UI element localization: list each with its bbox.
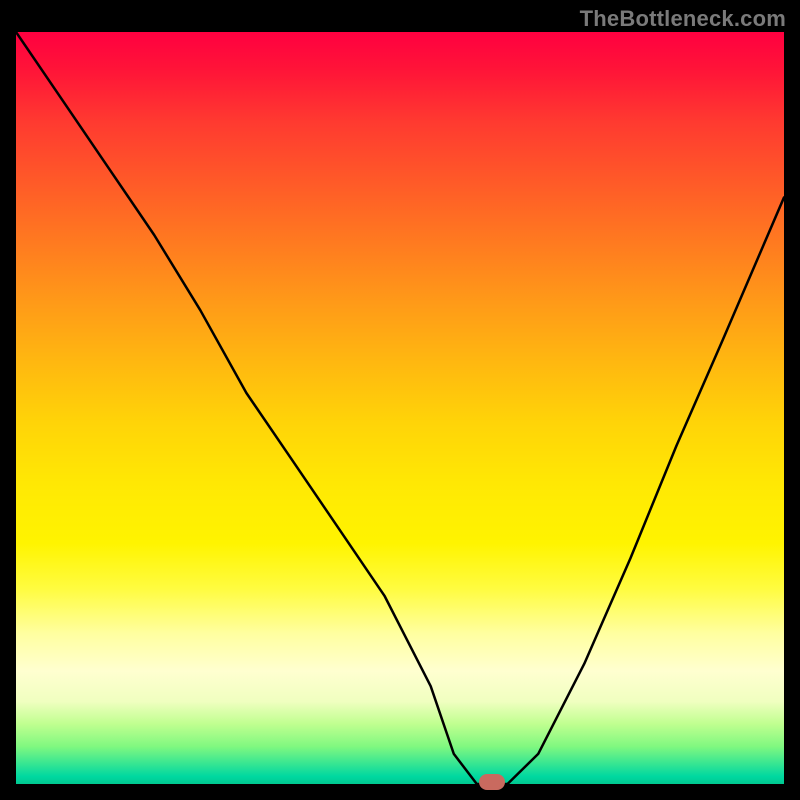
watermark-text: TheBottleneck.com [580,6,786,32]
optimal-point-marker [479,774,505,790]
bottleneck-curve [16,32,784,784]
outer-frame: TheBottleneck.com [0,0,800,800]
